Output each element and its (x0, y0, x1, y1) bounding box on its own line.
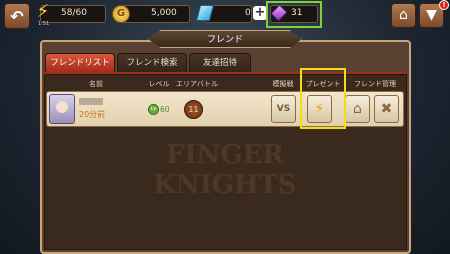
tab-invite-friends[interactable]: 友達招待 (189, 53, 251, 72)
level-badge: Lv (148, 104, 159, 115)
column-area-battle: エリアバトル (176, 80, 218, 88)
gem-value: 0 (245, 8, 251, 18)
present-column-highlight (300, 68, 346, 129)
column-name: 名前 (89, 80, 103, 88)
column-mock-battle: 模擬戦 (272, 80, 294, 88)
notification-badge: ! (439, 0, 449, 10)
top-bar: ↶ 58/60 ⚡ 1:51 5,000 G 0 + 31 ⌂ ▼ ! (0, 0, 450, 30)
friend-level: 60 (160, 105, 170, 114)
back-button[interactable]: ↶ (4, 3, 30, 29)
finger-knights-logo: FINGER KNIGHTS (153, 140, 297, 200)
stamina-value: 58/60 (61, 8, 87, 18)
tab-friend-search[interactable]: フレンド検索 (117, 53, 187, 72)
column-friend-manage: フレンド管理 (354, 80, 396, 88)
avatar-face (56, 101, 68, 113)
friend-name-redacted (79, 98, 103, 105)
last-login-text: 20分前 (79, 110, 106, 119)
coin-icon: G (112, 5, 130, 23)
visit-home-button[interactable]: ⌂ (345, 95, 370, 123)
tab-friend-list[interactable]: フレンドリスト (45, 53, 115, 72)
buy-gems-button[interactable]: + (253, 6, 267, 20)
remove-friend-button[interactable]: ✖ (374, 95, 399, 123)
coin-value: 5,000 (151, 8, 177, 18)
panel-title: フレンド (206, 35, 243, 45)
home-button[interactable]: ⌂ (391, 3, 416, 28)
friend-point-highlight (266, 1, 322, 28)
mock-battle-button[interactable]: VS (271, 95, 296, 123)
area-battle-badge: 11 (184, 100, 203, 119)
stamina-timer: 1:51 (38, 21, 50, 27)
column-level: レベル (148, 80, 170, 88)
